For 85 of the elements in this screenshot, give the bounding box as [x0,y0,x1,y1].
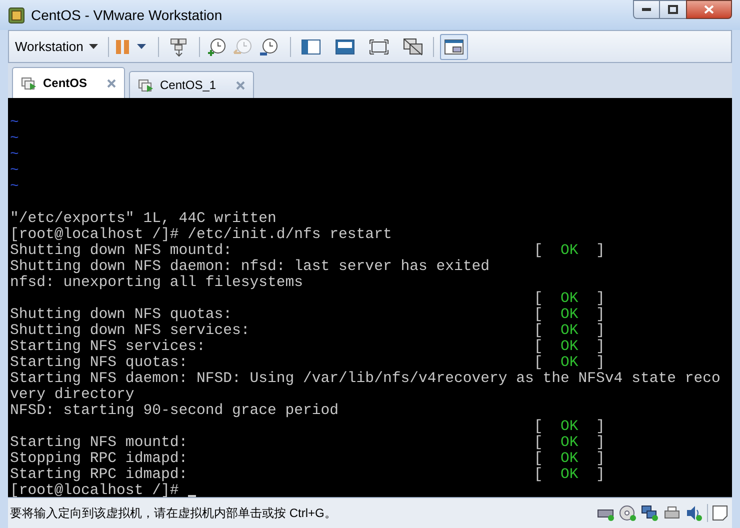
bracket: ] [596,339,605,355]
console-line: NFSD: starting 90-second grace period [10,403,339,419]
console-line: Shutting down NFS mountd: [10,243,232,259]
tilde-marker: ~ [10,179,19,195]
bracket: [ [534,323,543,339]
snapshot-icon[interactable] [206,36,226,56]
dropdown-icon [89,44,98,50]
bracket: ] [596,467,605,483]
console-line: Stopping RPC idmapd: [10,451,188,467]
bracket: [ [534,435,543,451]
network-icon[interactable] [641,505,659,521]
bracket: ] [596,291,605,307]
console-view-button[interactable] [440,34,468,60]
status-ok: OK [560,323,578,339]
bracket: ] [596,419,605,435]
status-ok: OK [560,419,578,435]
shell-prompt: [root@localhost /]# [10,483,180,497]
console-line: nfsd: unexporting all filesystems [10,275,304,291]
status-ok: OK [560,435,578,451]
console-line: Shutting down NFS daemon: nfsd: last server has exited [10,259,490,275]
status-ok: OK [560,243,578,259]
tilde-marker: ~ [10,115,19,131]
bracket: ] [596,307,605,323]
bracket: [ [534,419,543,435]
close-button[interactable] [686,0,732,19]
close-icon[interactable] [107,78,116,88]
console-line: Starting NFS quotas: [10,355,188,371]
bracket: [ [534,467,543,483]
tilde-marker: ~ [10,163,19,179]
app-icon [8,6,25,24]
bracket: ] [596,323,605,339]
send-keys-icon[interactable] [169,36,190,56]
console-line: Shutting down NFS quotas: [10,307,232,323]
minimize-icon [642,8,651,11]
vm-icon [138,77,154,93]
bracket: [ [534,451,543,467]
bracket: [ [534,307,543,323]
sidebar-icon[interactable] [301,38,322,54]
console-line: Starting NFS mountd: [10,435,188,451]
unity-icon[interactable] [403,38,424,56]
tilde-marker: ~ [10,147,19,163]
console-line: Starting NFS daemon: NFSD: Using /var/lib/nfs/v4recovery as the NFSv4 state reco [10,371,720,387]
status-message: 要将输入定向到该虚拟机，请在虚拟机内部单击或按 Ctrl+G。 [10,505,336,522]
snapshot-manager-icon[interactable] [258,36,278,56]
status-ok: OK [560,355,578,371]
bracket: [ [534,291,543,307]
minimize-button[interactable] [633,0,660,19]
cd-icon[interactable] [619,505,637,521]
console-view-icon [444,38,464,54]
close-icon [704,5,714,14]
console-line: Starting RPC idmapd: [10,467,188,483]
cursor [188,495,196,497]
bracket: ] [596,451,605,467]
vm-icon [21,75,37,91]
workstation-menu[interactable]: Workstation [15,36,102,56]
full-screen-icon[interactable] [369,38,390,54]
status-ok: OK [560,307,578,323]
window-title: CentOS - VMware Workstation [31,6,222,24]
status-ok: OK [560,291,578,307]
vm-tab[interactable]: CentOS [12,67,126,98]
tilde-marker: ~ [10,131,19,147]
maximize-icon [668,5,678,14]
bracket: ] [596,243,605,259]
bracket: [ [534,339,543,355]
tab-label: CentOS [43,75,88,92]
tab-label: CentOS_1 [160,77,216,94]
console-line: Shutting down NFS services: [10,323,250,339]
printer-icon[interactable] [663,505,681,521]
status-ok: OK [560,339,578,355]
console-line: very directory [10,387,134,403]
console-line: [root@localhost /]# /etc/init.d/nfs restart [10,227,392,243]
status-ok: OK [560,467,578,483]
note-icon[interactable] [712,505,728,521]
bracket: [ [534,243,543,259]
bracket: [ [534,355,543,371]
speaker-icon[interactable] [685,505,703,521]
console-line: Starting NFS services: [10,339,206,355]
bracket: ] [596,355,605,371]
console-line: "/etc/exports" 1L, 44C written [10,211,276,227]
status-ok: OK [560,451,578,467]
vm-tab[interactable]: CentOS_1 [129,71,254,98]
thumbnail-bar-icon[interactable] [335,38,356,54]
maximize-button[interactable] [660,0,686,19]
bracket: ] [596,435,605,451]
dropdown-icon[interactable] [137,44,146,50]
